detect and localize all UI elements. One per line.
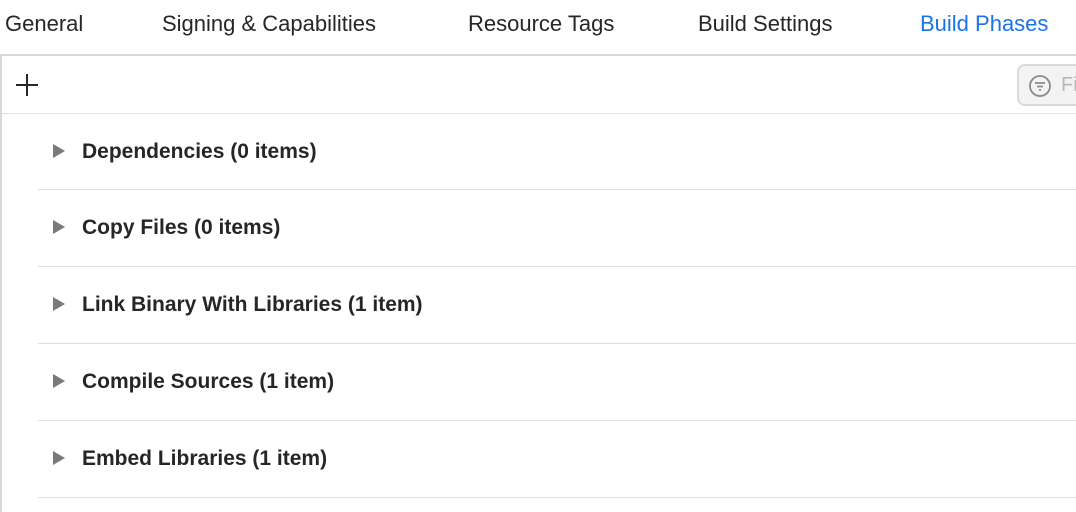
phase-label: Link Binary With Libraries (1 item) <box>82 293 423 316</box>
disclosure-triangle-icon[interactable] <box>52 143 66 159</box>
plus-icon <box>16 74 38 96</box>
disclosure-triangle-icon[interactable] <box>52 219 66 235</box>
tab-general[interactable]: General <box>5 10 83 38</box>
filter-icon <box>1028 74 1052 98</box>
tab-build-settings[interactable]: Build Settings <box>698 10 833 38</box>
tab-bar: General Signing & Capabilities Resource … <box>0 0 1076 50</box>
phase-row-embed-libraries[interactable]: Embed Libraries (1 item) <box>38 421 1076 498</box>
phase-label: Embed Libraries (1 item) <box>82 447 328 470</box>
disclosure-triangle-icon[interactable] <box>52 450 66 466</box>
filter-placeholder: Fi <box>1061 74 1076 96</box>
disclosure-triangle-icon[interactable] <box>52 296 66 312</box>
tab-build-phases[interactable]: Build Phases <box>920 10 1048 38</box>
phase-label: Copy Files (0 items) <box>82 216 281 239</box>
tab-resource-tags[interactable]: Resource Tags <box>468 10 614 38</box>
add-phase-button[interactable] <box>12 70 42 100</box>
phase-label: Dependencies (0 items) <box>82 140 317 163</box>
phase-label: Compile Sources (1 item) <box>82 370 335 393</box>
phase-row-link-binary[interactable]: Link Binary With Libraries (1 item) <box>38 267 1076 344</box>
build-phases-panel: Fi Dependencies (0 items) Copy Files (0 … <box>0 54 1076 512</box>
phase-row-compile-sources[interactable]: Compile Sources (1 item) <box>38 344 1076 421</box>
phases-toolbar: Fi <box>2 56 1076 114</box>
phase-row-dependencies[interactable]: Dependencies (0 items) <box>38 114 1076 190</box>
disclosure-triangle-icon[interactable] <box>52 373 66 389</box>
phase-row-copy-files[interactable]: Copy Files (0 items) <box>38 190 1076 267</box>
tab-signing-capabilities[interactable]: Signing & Capabilities <box>162 10 376 38</box>
filter-field[interactable]: Fi <box>1017 64 1076 106</box>
phase-list: Dependencies (0 items) Copy Files (0 ite… <box>38 114 1076 498</box>
